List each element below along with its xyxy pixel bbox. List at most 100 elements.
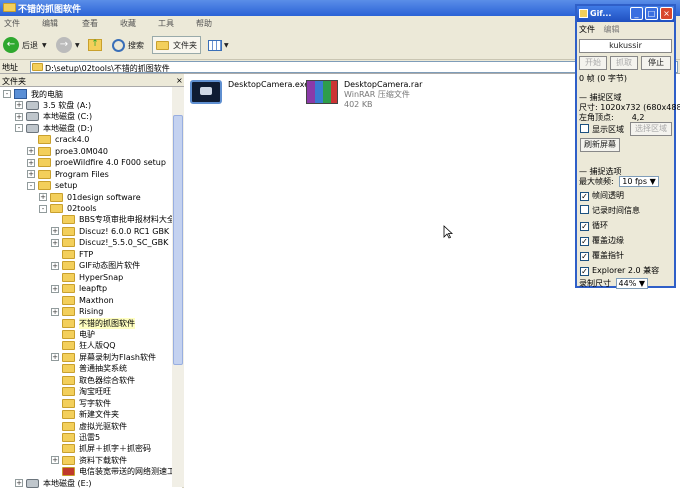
tree-node[interactable]: 狂人版QQ <box>51 340 116 352</box>
tree-node[interactable]: - setup <box>27 180 77 192</box>
gif-capture-window[interactable]: Gif... _ □ × 文件 编辑 kukussir 开始 抓取 停止 0 帧… <box>575 4 680 289</box>
up-folder-button[interactable]: ↑ <box>88 36 102 54</box>
expand-icon[interactable]: + <box>39 193 47 202</box>
gif-menu-file[interactable]: 文件 <box>579 25 595 34</box>
expand-icon[interactable]: + <box>27 170 35 179</box>
show-area-checkbox[interactable]: 显示区域 <box>580 124 624 135</box>
expand-icon[interactable]: + <box>51 261 59 270</box>
record-size-select[interactable]: 44% ▼ <box>615 278 649 289</box>
refresh-screen-button[interactable]: 刷新屏幕 <box>580 138 620 152</box>
tree-scrollbar-thumb[interactable] <box>173 115 183 365</box>
search-button[interactable]: 搜索 <box>112 36 144 54</box>
tree-node[interactable]: 取色器综合软件 <box>51 374 135 386</box>
gif-title-bar[interactable]: Gif... _ □ × <box>577 6 674 22</box>
tree-node[interactable]: 新建文件夹 <box>51 409 119 421</box>
tree-node[interactable]: - 我的电脑 <box>3 88 63 100</box>
tree-node[interactable]: crack4.0 <box>27 134 89 146</box>
folder-tree[interactable]: - 我的电脑 +3.5 软盘 (A:) + 本地磁盘 (C:) - 本地磁盘 (D:) cra… <box>0 87 184 488</box>
tree-node[interactable]: + Discuz! 6.0.0 RC1 GBK 简 <box>51 225 180 237</box>
tree-node[interactable]: 淘宝旺旺 <box>51 386 111 398</box>
tree-node[interactable]: + 屏幕录制为Flash软件 <box>51 351 156 363</box>
checkbox[interactable] <box>580 124 589 133</box>
tree-node[interactable]: 电驴 <box>51 328 95 340</box>
collapse-icon[interactable]: - <box>15 124 23 133</box>
expand-icon[interactable]: + <box>51 238 59 247</box>
tree-node[interactable]: 普通抽奖系统 <box>51 363 127 375</box>
close-icon[interactable]: × <box>660 7 673 20</box>
expand-icon[interactable]: + <box>15 112 23 121</box>
tree-node[interactable]: + proe3.0M040 <box>27 145 108 157</box>
tree-node[interactable]: 抓屏＋抓字＋抓密码 <box>51 443 151 455</box>
menu-edit[interactable]: 编辑 <box>42 18 58 29</box>
checkbox[interactable] <box>580 205 589 214</box>
menu-help[interactable]: 帮助 <box>196 18 212 29</box>
tree-node[interactable]: FTP <box>51 248 93 260</box>
menu-tools[interactable]: 工具 <box>158 18 174 29</box>
expand-icon[interactable]: + <box>51 284 59 293</box>
tree-node[interactable]: BBS专项审批申报材料大全- <box>51 214 178 226</box>
tree-node[interactable]: + GIF动态图片软件 <box>51 260 140 272</box>
tree-node[interactable]: + leapftp <box>51 283 107 295</box>
stop-button[interactable]: 停止 <box>641 56 671 70</box>
explorer-compat-checkbox[interactable]: ✓ Explorer 2.0 兼容 <box>580 265 659 276</box>
tree-node[interactable]: + 资料下载软件 <box>51 454 127 466</box>
tree-node[interactable]: HyperSnap <box>51 271 123 283</box>
tree-node[interactable]: 电信装宽带送的网络测速工 <box>51 466 175 478</box>
tree-node[interactable]: 虚拟光驱软件 <box>51 420 127 432</box>
loop-checkbox[interactable]: ✓ 循环 <box>580 220 608 231</box>
tree-node[interactable]: - 02tools <box>39 203 97 215</box>
checkbox[interactable]: ✓ <box>580 222 589 231</box>
folders-button[interactable]: 文件夹 <box>152 36 201 54</box>
expand-icon[interactable]: + <box>27 147 35 156</box>
dropdown-arrow-icon: ▼ <box>224 41 229 49</box>
checkbox[interactable]: ✓ <box>580 237 589 246</box>
gif-menu-edit[interactable]: 编辑 <box>604 25 620 34</box>
folder-pane-close-icon[interactable]: × <box>176 76 183 85</box>
overlay-pointer-checkbox[interactable]: ✓ 覆盖指针 <box>580 250 624 261</box>
maximize-icon[interactable]: □ <box>645 7 658 20</box>
tree-node[interactable]: 不错的抓图软件 <box>51 317 135 329</box>
tree-node[interactable]: + Program Files <box>27 168 109 180</box>
collapse-icon[interactable]: - <box>39 204 47 213</box>
tree-node[interactable]: +3.5 软盘 (A:) <box>15 99 91 111</box>
tree-node[interactable]: Maxthon <box>51 294 114 306</box>
expand-icon[interactable]: + <box>15 101 23 110</box>
expand-icon[interactable]: + <box>51 456 59 465</box>
overlay-edges-checkbox[interactable]: ✓ 覆盖边缘 <box>580 235 624 246</box>
checkbox[interactable]: ✓ <box>580 267 589 276</box>
expand-icon[interactable]: + <box>51 227 59 236</box>
tree-node[interactable]: +01design software <box>39 191 141 203</box>
start-button[interactable]: 开始 <box>579 56 607 70</box>
checkbox[interactable]: ✓ <box>580 252 589 261</box>
expand-icon[interactable]: + <box>51 307 59 316</box>
expand-icon[interactable]: + <box>15 479 23 488</box>
menu-favorites[interactable]: 收藏 <box>120 18 136 29</box>
tree-node[interactable]: - 本地磁盘 (D:) <box>15 122 93 134</box>
select-area-button[interactable]: 选择区域 <box>630 122 672 136</box>
file-item[interactable]: DesktopCamera.rar WinRAR 压缩文件 402 KB <box>306 80 422 110</box>
menu-file[interactable]: 文件 <box>4 18 20 29</box>
tree-node[interactable]: + Discuz!_5.5.0_SC_GBK <box>51 237 168 249</box>
tree-node[interactable]: 迅雷5 <box>51 432 100 444</box>
fps-select[interactable]: 10 fps ▼ <box>619 176 659 187</box>
forward-button[interactable]: → ▼ <box>56 36 80 54</box>
record-time-checkbox[interactable]: 记录时间信息 <box>580 205 640 216</box>
user-field[interactable]: kukussir <box>579 39 672 53</box>
frame-transparent-checkbox[interactable]: ✓ 帧间透明 <box>580 190 624 201</box>
views-button[interactable]: ▼ <box>208 36 229 54</box>
tree-node[interactable]: + proeWildfire 4.0 F000 setup <box>27 157 166 169</box>
capture-button[interactable]: 抓取 <box>610 56 638 70</box>
expand-icon[interactable]: + <box>51 353 59 362</box>
tree-node[interactable]: 写字软件 <box>51 397 111 409</box>
menu-view[interactable]: 查看 <box>82 18 98 29</box>
tree-node[interactable]: + Rising <box>51 306 103 318</box>
tree-node[interactable]: + 本地磁盘 (E:) <box>15 477 92 488</box>
checkbox[interactable]: ✓ <box>580 192 589 201</box>
minimize-icon[interactable]: _ <box>630 7 643 20</box>
collapse-icon[interactable]: - <box>27 181 35 190</box>
back-button[interactable]: ← 后退 ▼ <box>3 36 47 54</box>
expand-icon[interactable]: + <box>27 158 35 167</box>
collapse-icon[interactable]: - <box>3 90 11 98</box>
tree-node[interactable]: + 本地磁盘 (C:) <box>15 111 92 123</box>
file-item[interactable]: DesktopCamera.exe <box>190 80 309 104</box>
